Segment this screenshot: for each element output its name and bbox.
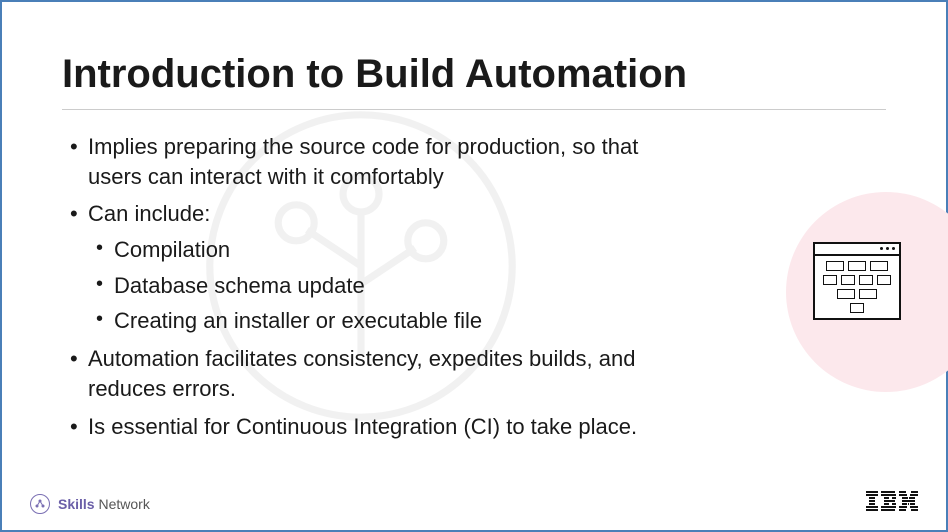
window-icon <box>813 242 901 320</box>
bullet-text: Can include: <box>88 201 210 226</box>
sub-item: Database schema update <box>88 271 682 301</box>
bullet-item: Implies preparing the source code for pr… <box>62 132 682 191</box>
sub-list: Compilation Database schema update Creat… <box>88 235 682 336</box>
bullet-item: Is essential for Continuous Integration … <box>62 412 682 442</box>
slide-title: Introduction to Build Automation <box>62 52 886 110</box>
window-body <box>815 256 899 318</box>
ibm-logo <box>866 491 918 516</box>
footer: Skills Network <box>2 491 946 516</box>
bullet-item: Can include: Compilation Database schema… <box>62 199 682 336</box>
text-column: Implies preparing the source code for pr… <box>62 132 682 449</box>
sn-badge-icon <box>30 494 50 514</box>
sub-item: Compilation <box>88 235 682 265</box>
illustration <box>706 172 948 452</box>
window-titlebar <box>815 244 899 256</box>
bullet-list: Implies preparing the source code for pr… <box>62 132 682 441</box>
sn-light: Network <box>98 496 149 512</box>
sn-bold: Skills <box>58 496 95 512</box>
slide: Introduction to Build Automation Implies… <box>2 2 946 530</box>
sub-item: Creating an installer or executable file <box>88 306 682 336</box>
skills-network-logo: Skills Network <box>30 494 150 514</box>
bullet-item: Automation facilitates consistency, expe… <box>62 344 682 403</box>
sn-text: Skills Network <box>58 496 150 512</box>
